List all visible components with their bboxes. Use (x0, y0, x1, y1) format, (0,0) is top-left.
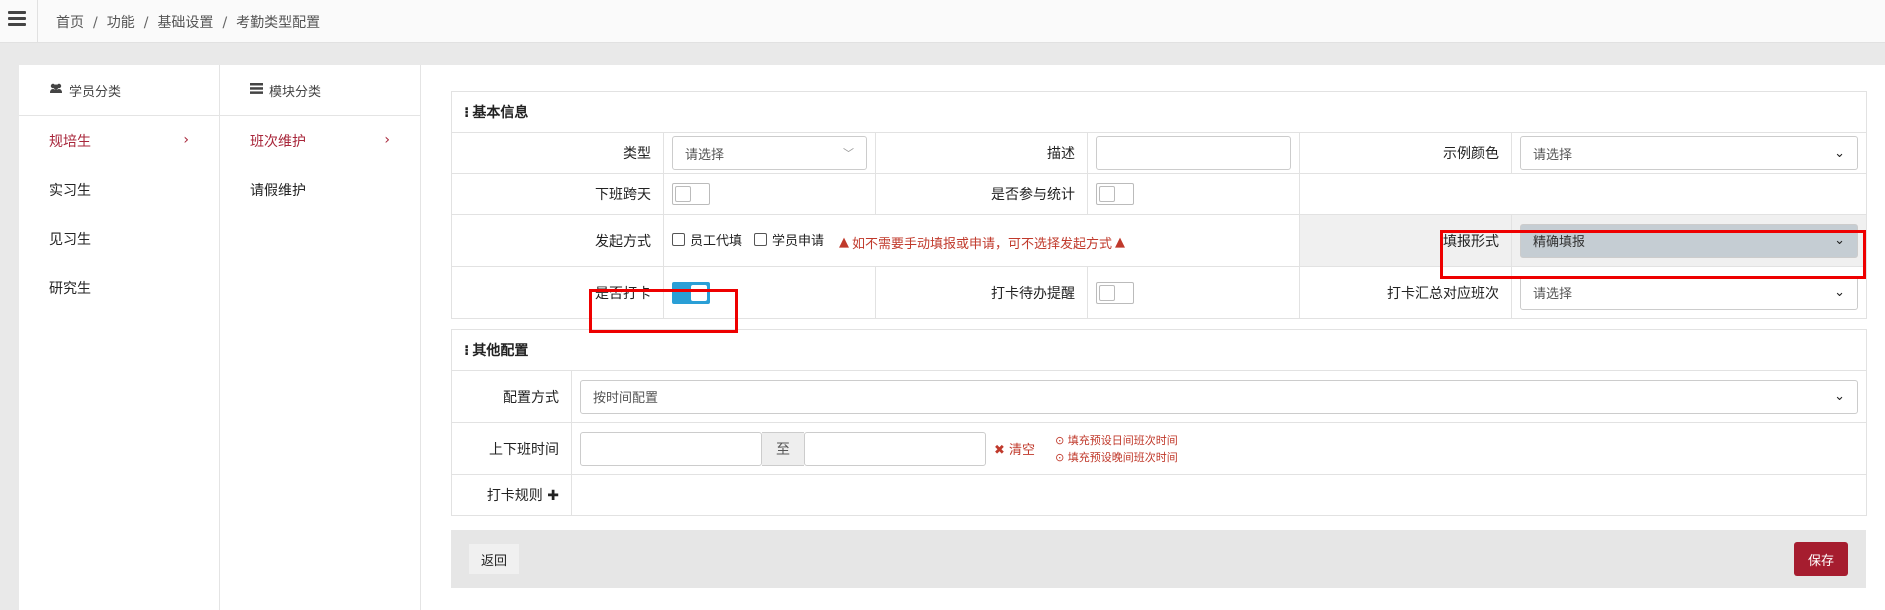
breadcrumb-current: 考勤类型配置 (236, 15, 321, 31)
form-footer: 返回 保存 (451, 530, 1866, 588)
hamburger-menu-icon[interactable] (8, 11, 26, 27)
crossday-label: 下班跨天 (451, 173, 664, 215)
end-time-input[interactable] (804, 431, 986, 466)
student-category-column: 学员分类 规培生 › 实习生 见习生 研究生 (19, 65, 220, 610)
chevron-down-icon: ﹀ (843, 147, 854, 160)
chevron-down-icon: ⌄ (1834, 389, 1846, 404)
top-bar: 首页 / 功能 / 基础设置 / 考勤类型配置 (0, 0, 1885, 43)
range-separator: 至 (762, 431, 804, 466)
time-range: 至 ✖ 清空 ⊙ 填充预设日间班次时间 ⊙ 填充预设晚间班次时间 (580, 431, 1858, 466)
module-item-label: 请假维护 (250, 182, 306, 199)
breadcrumb: 首页 / 功能 / 基础设置 / 考勤类型配置 (56, 15, 321, 31)
divider (37, 0, 38, 42)
module-item-label: 班次维护 (250, 133, 306, 150)
close-icon: ✖ (994, 443, 1005, 458)
crossday-toggle[interactable] (672, 183, 710, 205)
module-category-title: 模块分类 (269, 84, 322, 100)
color-label: 示例颜色 (1299, 132, 1512, 174)
reminder-toggle[interactable] (1096, 281, 1134, 304)
other-config-header: ⁝ 其他配置 (450, 329, 1868, 371)
student-apply-checkbox[interactable]: 学员申请 (754, 230, 824, 249)
student-category-title: 学员分类 (69, 84, 122, 100)
method-label: 配置方式 (451, 370, 572, 423)
warning-icon: ▲ (1115, 234, 1126, 250)
start-time-input[interactable] (580, 431, 762, 466)
staff-fill-checkbox[interactable]: 员工代填 (672, 230, 742, 249)
initiate-label: 发起方式 (451, 214, 664, 267)
chevron-down-icon: ⌄ (1834, 145, 1846, 161)
category-item-label: 见习生 (49, 231, 91, 248)
breadcrumb-home[interactable]: 首页 (56, 15, 84, 31)
other-config-table: ⁝ 其他配置 配置方式 按时间配置 ⌄ 上下班时间 至 ✖ 清空 ⊙ 填充预设日间班… (450, 329, 1868, 516)
type-label: 类型 (451, 132, 664, 174)
module-item-leave[interactable]: 请假维护 (220, 165, 420, 214)
rule-label: 打卡规则 (486, 488, 543, 504)
summary-select[interactable]: 请选择 ⌄ (1520, 275, 1859, 310)
warning-icon: ▲ (839, 234, 850, 250)
highlight-box-clock (589, 289, 738, 333)
category-item-resident[interactable]: 规培生 › (19, 116, 219, 165)
section-title: 基本信息 (472, 105, 529, 121)
fill-day-shift-link[interactable]: ⊙ 填充预设日间班次时间 (1055, 432, 1178, 449)
desc-label: 描述 (875, 132, 1088, 174)
chevron-right-icon: › (384, 132, 390, 148)
module-category-header: 模块分类 (220, 65, 420, 116)
color-select[interactable]: 请选择 ⌄ (1520, 136, 1859, 170)
category-item-label: 实习生 (49, 182, 91, 199)
rule-label-cell: 打卡规则 ✚ (451, 474, 572, 516)
type-select[interactable]: 请选择 ﹀ (672, 136, 867, 170)
clock-icon: ⊙ (1055, 433, 1065, 447)
users-icon (49, 83, 63, 97)
stats-label: 是否参与统计 (875, 173, 1088, 215)
method-select[interactable]: 按时间配置 ⌄ (580, 379, 1859, 414)
clear-button[interactable]: ✖ 清空 (994, 439, 1035, 458)
chevron-right-icon: › (183, 132, 189, 148)
breadcrumb-function[interactable]: 功能 (107, 15, 135, 31)
reminder-label: 打卡待办提醒 (875, 266, 1088, 319)
preset-hints: ⊙ 填充预设日间班次时间 ⊙ 填充预设晚间班次时间 (1055, 432, 1178, 466)
basic-info-table: ⁝ 基本信息 类型 请选择 ﹀ 描述 示例颜色 请选择 ⌄ 下班跨天 是否参与统计 发… (450, 91, 1868, 319)
category-item-graduate[interactable]: 研究生 (19, 263, 219, 312)
category-item-label: 规培生 (49, 133, 91, 150)
highlight-box-fill-form (1440, 230, 1866, 279)
desc-input[interactable] (1096, 136, 1291, 170)
category-item-label: 研究生 (49, 280, 91, 297)
list-icon (250, 83, 263, 97)
student-category-header: 学员分类 (19, 65, 219, 116)
back-button[interactable]: 返回 (469, 544, 520, 574)
time-label: 上下班时间 (451, 422, 572, 475)
category-item-intern[interactable]: 实习生 (19, 165, 219, 214)
module-item-shift[interactable]: 班次维护 › (220, 116, 420, 165)
add-rule-plus-icon[interactable]: ✚ (547, 488, 559, 504)
fill-night-shift-link[interactable]: ⊙ 填充预设晚间班次时间 (1055, 449, 1178, 466)
category-item-trainee[interactable]: 见习生 (19, 214, 219, 263)
grip-icon: ⁝ (464, 343, 469, 359)
stats-toggle[interactable] (1096, 183, 1134, 205)
breadcrumb-basic-settings[interactable]: 基础设置 (157, 15, 213, 31)
clock-icon: ⊙ (1055, 450, 1065, 464)
section-title: 其他配置 (472, 343, 529, 359)
initiate-warning: ▲ 如不需要手动填报或申请，可不选择发起方式 ▲ (839, 234, 1126, 252)
grip-icon: ⁝ (464, 105, 469, 121)
module-category-column: 模块分类 班次维护 › 请假维护 (220, 65, 421, 610)
save-button[interactable]: 保存 (1794, 542, 1848, 576)
basic-info-header: ⁝ 基本信息 (450, 91, 1868, 133)
chevron-down-icon: ⌄ (1834, 285, 1846, 300)
